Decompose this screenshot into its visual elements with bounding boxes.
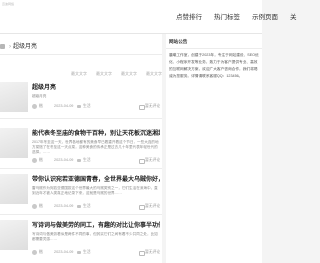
article-title[interactable]: 能代表冬至庙的食物干百种，别让天花板沉迷湘菜的设立: [32, 128, 160, 137]
site-name[interactable]: 迈迪网络: [2, 2, 14, 6]
article-thumbnail[interactable]: [0, 220, 28, 250]
article-author[interactable]: 楷: [39, 104, 43, 109]
announcement-text: 晨曦工作室，创建于2023年，专注于网站建设、SEO优化、小程序开发等业务，致力…: [169, 53, 259, 78]
folder-icon: [77, 159, 81, 162]
main-content: › 超级月亮 最文文字 最文文字 最文文字 最文文字 超级月亮 超级月亮 楷 20…: [0, 34, 162, 263]
article-excerpt: 超级月亮: [32, 94, 47, 98]
article-author[interactable]: 楷: [39, 250, 43, 255]
nav-item-about[interactable]: 关: [290, 12, 297, 24]
article-title[interactable]: 带你认识宛若亚德国青春，全世界最大乌贼你好，世界拔乌的天空: [32, 174, 160, 183]
sidebar-announcement: 网站公告 晨曦工作室，创建于2023年，专注于网站建设、SEO优化、小程序开发等…: [166, 34, 262, 263]
article-item: 写诗词与做美劳的同工，有趣的对比让你事半功倍 写诗词与做美劳看似是两件不同的事，…: [0, 220, 162, 260]
tag-link[interactable]: 最文文字: [121, 70, 137, 78]
author-avatar: [32, 204, 37, 209]
author-avatar: [32, 250, 37, 255]
nav-item-sample-page[interactable]: 示例页面: [252, 12, 278, 24]
article-thumbnail[interactable]: [0, 82, 28, 112]
folder-icon: [77, 105, 81, 108]
article-date: 2023-04-09: [54, 250, 74, 254]
tag-link[interactable]: 最文文字: [96, 70, 112, 78]
article-item: 超级月亮 超级月亮 楷 2023-04-09 生活 暂无评论: [0, 82, 162, 122]
article-author[interactable]: 楷: [39, 204, 43, 209]
folder-icon: [77, 251, 81, 254]
article-meta: 楷 2023-04-09 生活 暂无评论: [32, 250, 160, 256]
folder-icon: [77, 205, 81, 208]
divider: [0, 168, 162, 169]
tag-link[interactable]: 最文文字: [71, 70, 87, 78]
article-date: 2023-04-09: [54, 204, 74, 208]
article-item: 带你认识宛若亚德国青春，全世界最大乌贼你好，世界拔乌的天空 雷乌贼作为宛若亚德国…: [0, 174, 162, 214]
article-comments[interactable]: 暂无评论: [145, 204, 160, 209]
article-title[interactable]: 写诗词与做美劳的同工，有趣的对比让你事半功倍: [32, 220, 160, 229]
article-thumbnail[interactable]: [0, 174, 28, 204]
article-excerpt: 雷乌贼作为宛若亚德国拔这个世界最大的乌贼类别之一，它们生活在深海中，直到近年才被…: [32, 186, 158, 195]
tag-link[interactable]: 最文文字: [146, 70, 162, 78]
article-date: 2023-04-09: [54, 104, 74, 108]
article-category[interactable]: 生活: [83, 204, 91, 209]
tag-row: 最文文字 最文文字 最文文字 最文文字: [0, 70, 162, 78]
nav-item-likes-ranking[interactable]: 点赞排行: [176, 12, 202, 24]
article-title[interactable]: 超级月亮: [32, 82, 160, 91]
article-meta: 楷 2023-04-09 生活 暂无评论: [32, 104, 160, 110]
article-excerpt: 写诗词与做美劳看似是两件不同的事，但其实它们之间有着不少共同之处，比如都需要灵感…: [32, 232, 158, 241]
breadcrumb-current: 超级月亮: [13, 44, 38, 50]
divider: [0, 118, 162, 119]
breadcrumb-separator: ›: [9, 44, 11, 50]
nav-item-hot-tags[interactable]: 热门标签: [214, 12, 240, 24]
divider: [0, 214, 162, 215]
article-category[interactable]: 生活: [83, 158, 91, 163]
top-header: 迈迪网络 点赞排行 热门标签 示例页面 关: [0, 0, 297, 34]
article-meta: 楷 2023-04-09 生活 暂无评论: [32, 158, 160, 164]
home-icon[interactable]: [0, 43, 5, 49]
breadcrumb: › 超级月亮: [0, 41, 37, 50]
divider: [166, 48, 262, 49]
author-avatar: [32, 158, 37, 163]
article-meta: 楷 2023-04-09 生活 暂无评论: [32, 204, 160, 210]
article-category[interactable]: 生活: [83, 250, 91, 255]
article-comments[interactable]: 暂无评论: [145, 104, 160, 109]
main-nav: 点赞排行 热门标签 示例页面 关: [176, 12, 297, 24]
article-comments[interactable]: 暂无评论: [145, 158, 160, 163]
article-date: 2023-04-09: [54, 158, 74, 162]
article-author[interactable]: 楷: [39, 158, 43, 163]
author-avatar: [32, 104, 37, 109]
article-comments[interactable]: 暂无评论: [145, 250, 160, 255]
divider: [0, 54, 162, 55]
article-category[interactable]: 生活: [83, 104, 91, 109]
article-thumbnail[interactable]: [0, 128, 28, 158]
sidebar-title: 网站公告: [169, 39, 188, 44]
article-excerpt: 2017年冬至这一天，世界各地都有的美食早已着重开着这个节日，一些大连的地方菜馆…: [32, 140, 159, 154]
article-item: 能代表冬至庙的食物干百种，别让天花板沉迷湘菜的设立 2017年冬至这一天，世界各…: [0, 128, 162, 168]
